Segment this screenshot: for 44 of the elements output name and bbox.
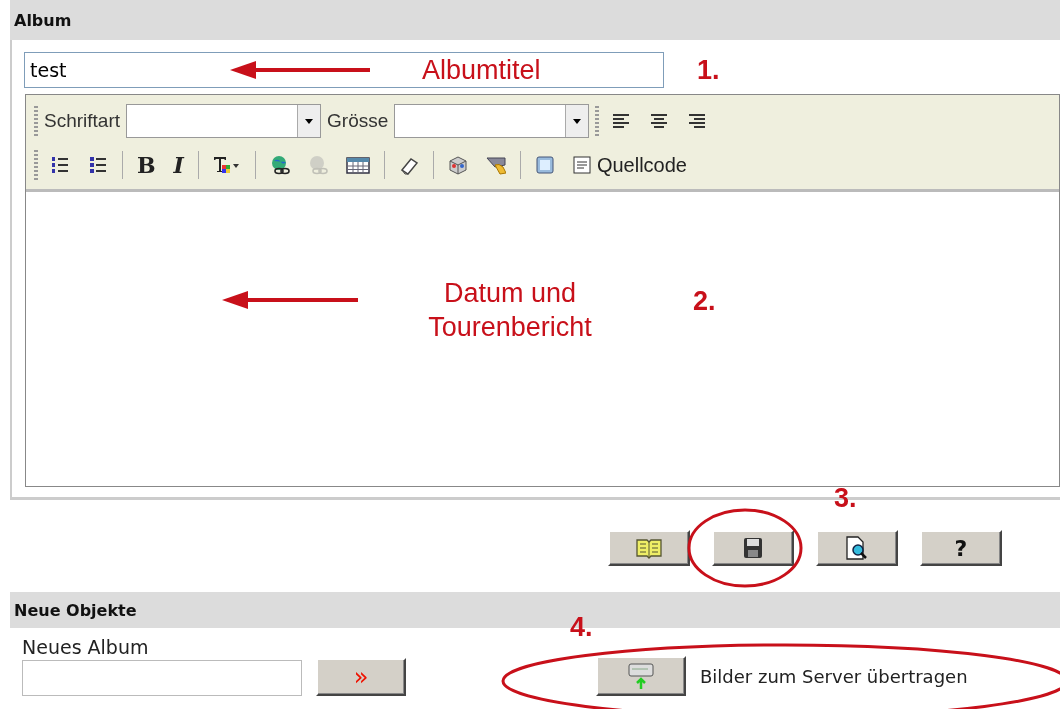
bullet-list-icon — [88, 155, 108, 175]
window-icon — [534, 155, 555, 175]
upload-label: Bilder zum Server übertragen — [700, 665, 968, 687]
globe-link-icon — [269, 155, 290, 175]
help-button[interactable]: ? — [920, 530, 1002, 566]
toolbar-button[interactable] — [712, 530, 794, 566]
source-icon — [572, 156, 591, 174]
book-icon — [635, 536, 663, 560]
toolbar-grip[interactable] — [34, 106, 38, 136]
toolbar-grip[interactable] — [595, 106, 600, 136]
field-label: Neues Album — [22, 636, 150, 658]
cube-icon — [447, 155, 468, 175]
caret-icon — [573, 118, 582, 124]
toolbar-button[interactable]: I — [167, 149, 190, 181]
toolbar-dropdown[interactable] — [394, 104, 590, 138]
step-number: 2. — [693, 286, 716, 317]
toolbar-button[interactable] — [816, 530, 898, 566]
new-album-field[interactable] — [22, 660, 302, 696]
section-title: Neue Objekte — [14, 599, 137, 622]
caret-icon — [305, 118, 314, 124]
step-number: 1. — [697, 55, 720, 86]
text-color-icon — [212, 155, 241, 175]
step-number: 3. — [834, 483, 857, 514]
numbered-list-icon — [50, 155, 70, 175]
toolbar-grip[interactable] — [34, 150, 38, 180]
align-left-icon — [611, 111, 632, 131]
align-right-icon — [687, 111, 708, 131]
annotation-label: Datum und Tourenbericht — [427, 277, 593, 344]
upload-icon — [627, 662, 655, 690]
toolbar-label: Grösse — [327, 110, 389, 132]
annotation-label: Albumtitel — [422, 55, 541, 86]
upload-button[interactable] — [596, 656, 686, 696]
document-magnifier-icon — [845, 536, 869, 560]
toolbar-button[interactable] — [608, 530, 690, 566]
toolbar-button[interactable]: B — [131, 149, 162, 181]
step-number: 4. — [570, 612, 593, 643]
eraser-icon — [398, 155, 419, 175]
section-title: Album — [14, 9, 72, 32]
align-center-icon — [649, 111, 670, 131]
toolbar-label: Schriftart — [44, 110, 121, 132]
link-icon — [307, 155, 328, 175]
table-icon — [345, 155, 370, 175]
source-button[interactable]: Quellcode — [566, 150, 693, 180]
toolbar-dropdown[interactable] — [126, 104, 322, 138]
